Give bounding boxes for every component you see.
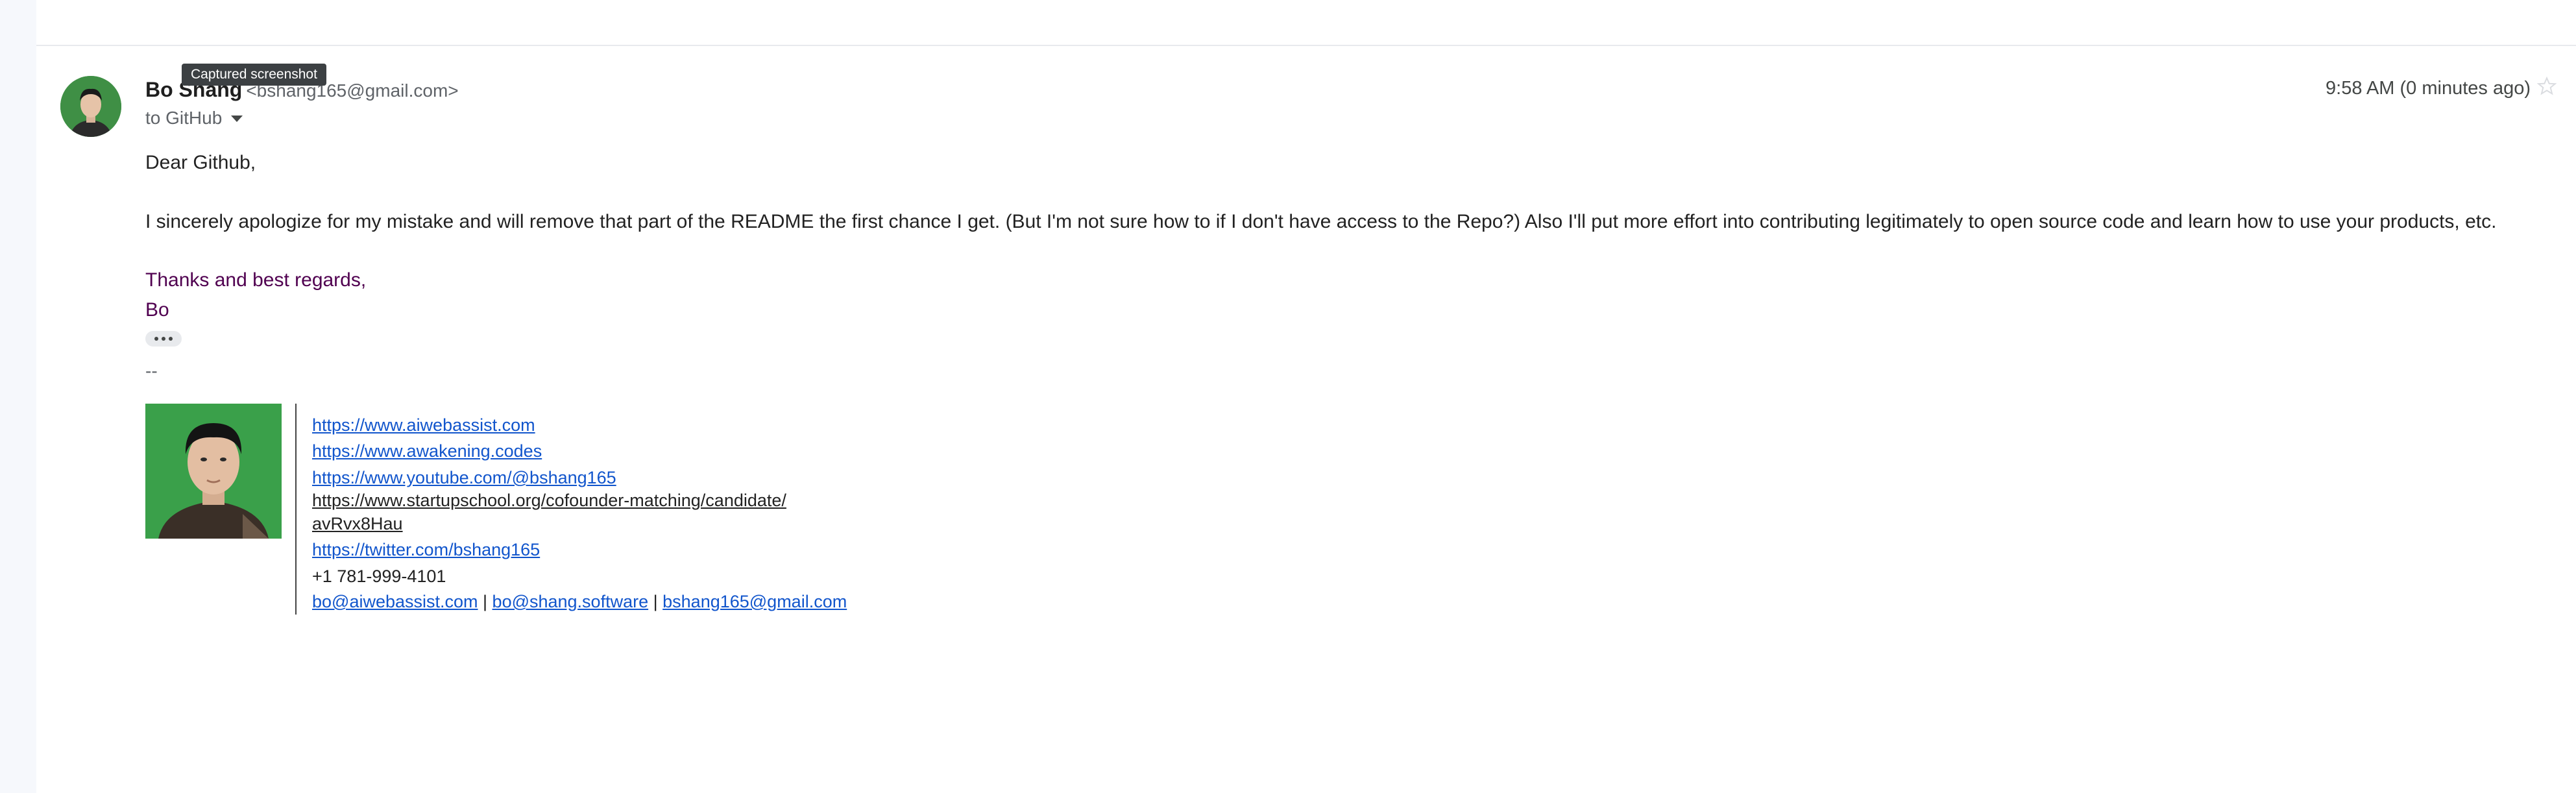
email-link-shang-software[interactable]: bo@shang.software <box>492 592 649 611</box>
signature-phone: +1 781-999-4101 <box>312 567 446 586</box>
signature-photo <box>145 404 282 539</box>
link-startupschool[interactable]: https://www.startupschool.org/cofounder-… <box>312 491 786 511</box>
link-youtube[interactable]: https://www.youtube.com/@bshang165 <box>312 468 616 488</box>
signoff: Bo <box>145 299 169 321</box>
email-link-gmail[interactable]: bshang165@gmail.com <box>662 592 847 611</box>
signature-portrait <box>145 404 282 539</box>
show-trimmed-content-button[interactable] <box>145 331 182 347</box>
link-twitter[interactable]: https://twitter.com/bshang165 <box>312 540 540 560</box>
greeting: Dear Github, <box>145 152 256 173</box>
signature-separator: -- <box>145 361 158 381</box>
avatar-photo <box>60 76 121 137</box>
link-awakening[interactable]: https://www.awakening.codes <box>312 441 542 461</box>
body-paragraph: I sincerely apologize for my mistake and… <box>145 211 2497 232</box>
left-sidebar <box>0 0 36 793</box>
recipient-details-toggle[interactable]: to GitHub <box>145 108 243 128</box>
more-dots-icon <box>154 337 158 341</box>
closing-line: Thanks and best regards, <box>145 269 367 291</box>
chevron-down-icon[interactable] <box>231 116 243 122</box>
email-separator: | <box>648 592 663 611</box>
link-startupschool-cont[interactable]: avRvx8Hau <box>312 514 403 534</box>
captured-screenshot-tooltip: Captured screenshot <box>182 64 326 86</box>
message-timestamp: 9:58 AM (0 minutes ago) <box>2326 78 2531 99</box>
link-aiwebassist[interactable]: https://www.aiwebassist.com <box>312 415 535 435</box>
email-link-aiwebassist[interactable]: bo@aiwebassist.com <box>312 592 478 611</box>
email-separator: | <box>478 592 492 611</box>
recipient-label: to GitHub <box>145 108 223 128</box>
star-icon[interactable] <box>2536 75 2558 97</box>
sender-avatar[interactable] <box>60 76 121 137</box>
signature-emails: bo@aiwebassist.com | bo@shang.software |… <box>312 592 847 612</box>
signature-divider <box>295 404 297 615</box>
header-divider <box>36 45 2576 46</box>
